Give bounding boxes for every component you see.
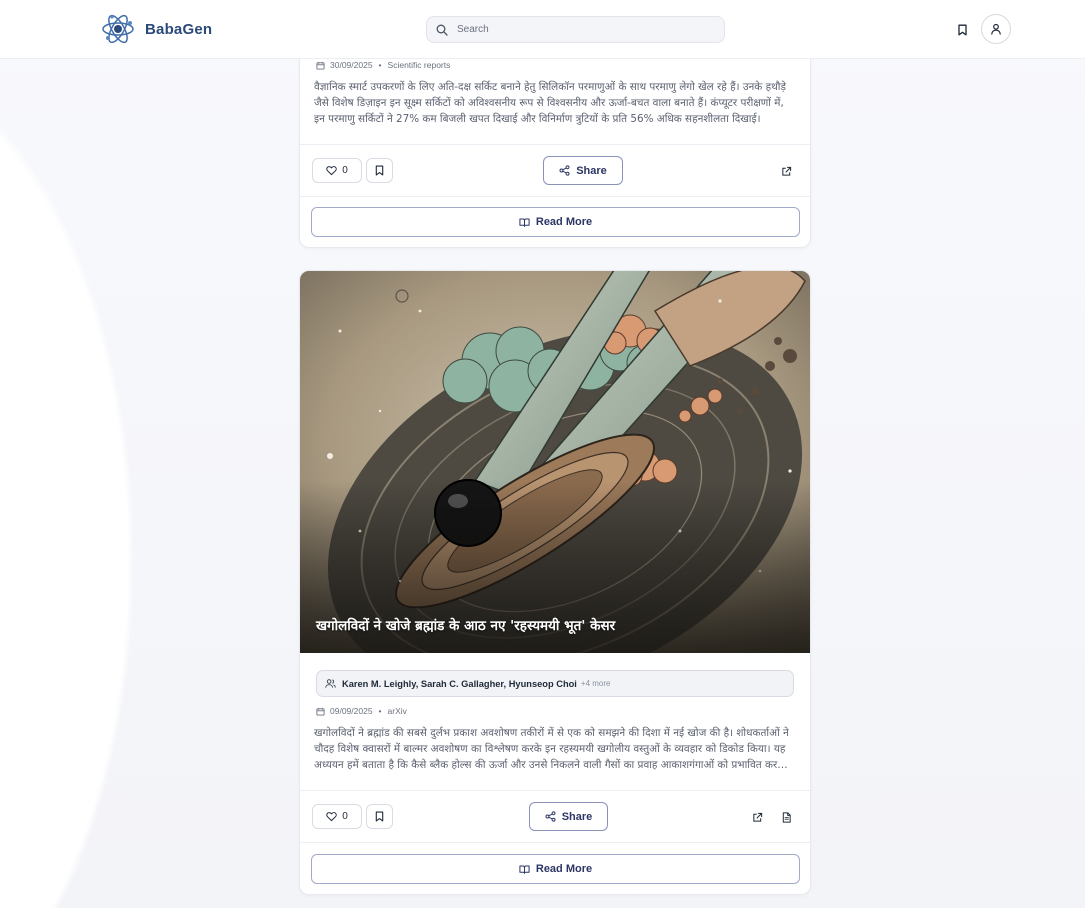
book-open-icon xyxy=(519,865,530,874)
external-link-icon xyxy=(781,166,791,176)
like-button[interactable]: 0 xyxy=(312,158,362,183)
brand-logo[interactable]: BabaGen xyxy=(100,11,212,47)
bookmark-icon xyxy=(375,811,384,822)
share-button[interactable]: Share xyxy=(529,802,608,831)
calendar-icon xyxy=(316,61,325,70)
article-summary: खगोलविदों ने ब्रह्मांड की सबसे दुर्लभ प्… xyxy=(314,727,789,771)
more-authors-count: +4 more xyxy=(580,679,611,688)
article-card: खगोलविदों ने खोजे ब्रह्मांड के आठ नए 'रह… xyxy=(299,270,811,895)
share-icon xyxy=(545,811,556,822)
share-icon xyxy=(559,165,570,176)
user-icon xyxy=(991,23,1001,35)
card-divider xyxy=(300,842,810,843)
article-meta: 09/09/2025 • arXiv xyxy=(316,706,407,716)
calendar-icon xyxy=(316,707,325,716)
view-pdf-button[interactable] xyxy=(778,809,794,825)
save-article-button[interactable] xyxy=(366,158,393,183)
authors-chip[interactable]: Karen M. Leighly, Sarah C. Gallagher, Hy… xyxy=(316,670,794,697)
search-icon xyxy=(436,24,448,36)
app-name: BabaGen xyxy=(145,20,213,38)
card-divider xyxy=(300,196,810,197)
heart-icon xyxy=(326,812,337,822)
article-summary: वैज्ञानिक स्मार्ट उपकरणों के लिए अति-दक्… xyxy=(314,81,786,125)
read-more-button[interactable]: Read More xyxy=(311,854,800,884)
like-count: 0 xyxy=(342,165,348,176)
share-label: Share xyxy=(576,164,607,177)
article-date: 09/09/2025 xyxy=(330,706,373,716)
atom-logo-icon xyxy=(102,14,134,44)
read-more-label: Read More xyxy=(535,863,593,875)
article-date: 30/09/2025 xyxy=(330,60,373,70)
like-count: 0 xyxy=(342,811,348,822)
users-icon xyxy=(325,679,336,688)
open-external-button[interactable] xyxy=(749,809,765,825)
read-more-label: Read More xyxy=(535,216,593,228)
meta-separator: • xyxy=(378,60,382,70)
bookmarks-button[interactable] xyxy=(952,20,972,40)
share-label: Share xyxy=(561,810,593,823)
article-meta: 30/09/2025 • Scientific reports xyxy=(316,60,450,70)
card-divider xyxy=(300,790,810,791)
save-article-button[interactable] xyxy=(366,804,393,829)
open-external-button[interactable] xyxy=(778,163,794,179)
card-divider xyxy=(300,144,810,145)
author-names: Karen M. Leighly, Sarah C. Gallagher, Hy… xyxy=(342,678,577,689)
user-profile-button[interactable] xyxy=(981,14,1011,44)
search-bar[interactable] xyxy=(426,16,725,43)
book-open-icon xyxy=(519,218,530,227)
quasar-illustration xyxy=(300,271,810,653)
read-more-button[interactable]: Read More xyxy=(311,207,800,237)
share-button[interactable]: Share xyxy=(543,156,623,185)
search-input[interactable] xyxy=(457,24,707,35)
external-link-icon xyxy=(752,812,762,822)
bookmark-icon xyxy=(375,165,384,176)
top-header: BabaGen xyxy=(0,0,1085,59)
article-hero-image[interactable] xyxy=(300,271,810,653)
bookmark-icon xyxy=(957,24,967,36)
heart-icon xyxy=(326,166,337,176)
meta-separator: • xyxy=(378,706,382,716)
article-source: Scientific reports xyxy=(387,60,451,70)
like-button[interactable]: 0 xyxy=(312,804,362,829)
article-title[interactable]: खगोलविदों ने खोजे ब्रह्मांड के आठ नए 'रह… xyxy=(316,616,796,634)
document-icon xyxy=(782,811,791,823)
article-source: arXiv xyxy=(387,706,407,716)
